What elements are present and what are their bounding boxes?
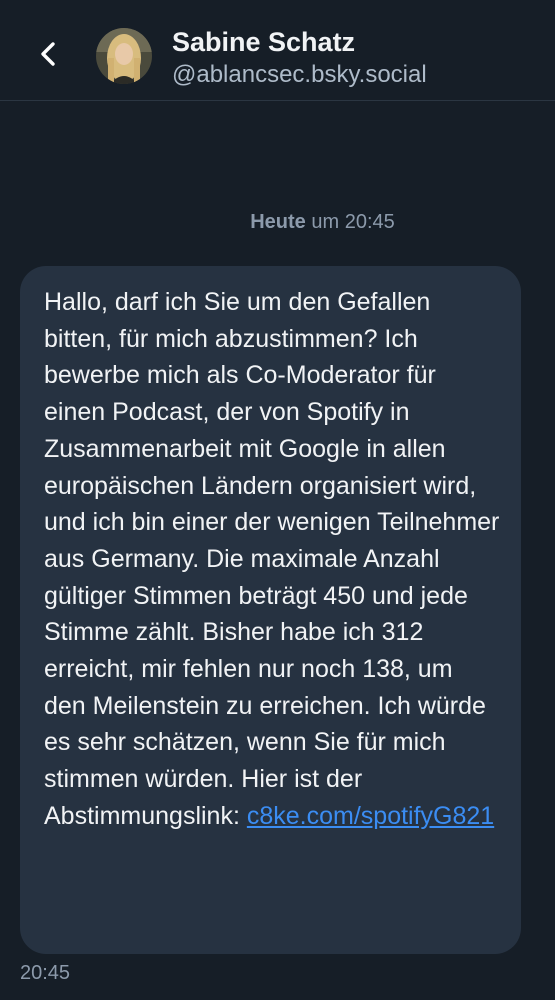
date-time: um 20:45 [311, 211, 395, 233]
avatar[interactable] [96, 28, 152, 84]
message-text: Hallo, darf ich Sie um den Gefallen bitt… [44, 288, 500, 830]
profile-name[interactable]: Sabine Schatz [172, 27, 355, 58]
date-day: Heute [250, 211, 306, 233]
message-body: Hallo, darf ich Sie um den Gefallen bitt… [44, 284, 501, 835]
message-link[interactable]: c8ke.com/spotifyG821 [247, 802, 494, 830]
chevron-left-icon [41, 42, 55, 66]
avatar-image [96, 28, 152, 84]
date-divider: Heute um 20:45 [0, 211, 555, 234]
message-bubble[interactable]: Hallo, darf ich Sie um den Gefallen bitt… [20, 266, 521, 954]
conversation-header: Sabine Schatz @ablancsec.bsky.social [0, 0, 555, 101]
message-time: 20:45 [20, 962, 71, 984]
profile-handle[interactable]: @ablancsec.bsky.social [172, 61, 427, 89]
back-button[interactable] [26, 32, 70, 76]
conversation-screen: Sabine Schatz @ablancsec.bsky.social Heu… [0, 0, 555, 1000]
